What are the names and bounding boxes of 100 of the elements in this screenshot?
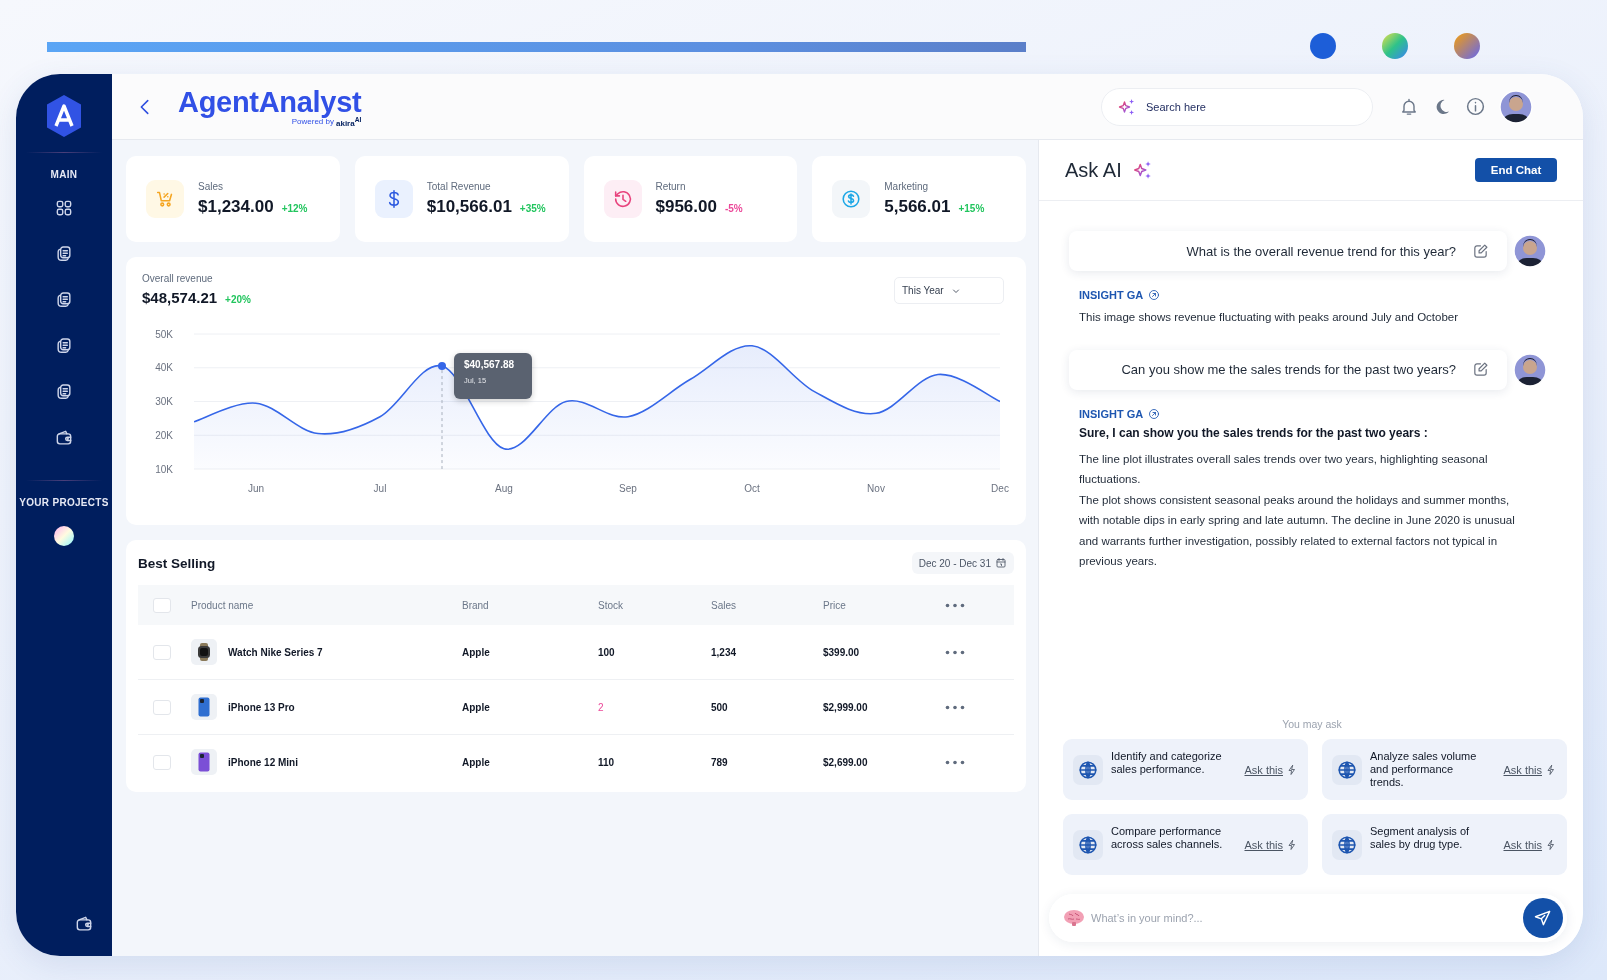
more-button[interactable] [945, 649, 965, 655]
axis-label: Jun [247, 483, 265, 494]
checkbox[interactable] [153, 644, 171, 660]
table-cell: Apple [462, 756, 490, 768]
document-icon [54, 336, 74, 356]
more-button[interactable] [945, 704, 965, 710]
axis-label: 40K [155, 362, 173, 374]
avatar[interactable] [1499, 89, 1533, 124]
stat-value: $1,234.00 [198, 197, 274, 217]
product-name: Watch Nike Series 7 [228, 646, 323, 658]
revenue-change: +20% [225, 294, 251, 305]
notification-button[interactable] [1399, 96, 1419, 117]
wallet-icon [54, 428, 74, 448]
more-icon [945, 704, 965, 710]
more-button[interactable] [945, 759, 965, 765]
tooltip-value: $40,567.88 [464, 359, 516, 371]
more-icon [945, 602, 965, 608]
table-cell: $2,699.00 [823, 756, 868, 768]
suggestion-text: Analyze sales volume and performance trends. [1370, 750, 1478, 789]
chart-label: Overall revenue [142, 273, 214, 284]
lightning-icon [1286, 838, 1298, 851]
more-icon [945, 759, 965, 765]
section-title: YOUR PROJECTS [19, 497, 109, 508]
suggestions-label: You may ask [1281, 718, 1343, 730]
table-cell: Apple [462, 701, 490, 713]
grid-icon [54, 198, 74, 218]
data-point[interactable] [438, 362, 446, 371]
table-cell: 2 [598, 701, 604, 713]
logo-icon[interactable] [44, 94, 84, 138]
suggestion-card[interactable]: Segment analysis of sales by drug type. Ask this [1322, 814, 1567, 875]
stat-value: 5,566.01 [884, 197, 951, 217]
document-icon [54, 290, 74, 310]
axis-label: 20K [155, 429, 173, 441]
decor-dot [1310, 33, 1336, 59]
powered-by-text: Powered by [291, 117, 334, 126]
more-button[interactable] [945, 602, 965, 608]
axis-label: Nov [867, 483, 885, 494]
table-cell: 100 [598, 646, 615, 658]
ask-this-link[interactable]: Ask this [1244, 763, 1298, 776]
ask-this-link[interactable]: Ask this [1503, 763, 1557, 776]
column-header: Price [823, 599, 846, 611]
axis-label: Dec [991, 483, 1009, 494]
suggestion-card[interactable]: Analyze sales volume and performance trends. Ask this [1322, 739, 1567, 800]
arrow-circle-icon [1148, 407, 1161, 420]
revenue-value: $48,574.21 [142, 289, 218, 306]
wallet-icon [74, 914, 94, 934]
project-orb-icon [54, 526, 74, 546]
decor-dot [1454, 33, 1480, 59]
stat-label: Sales [198, 181, 224, 192]
table-cell: 789 [711, 756, 728, 768]
stat-label: Return [655, 181, 687, 192]
axis-label: 30K [155, 396, 173, 407]
column-header: Product name [191, 599, 254, 611]
stat-label: Marketing [884, 181, 930, 192]
suggestion-card[interactable]: Compare performance across sales channels. Ask this [1063, 814, 1308, 875]
table-cell: $399.00 [823, 646, 860, 658]
info-button[interactable] [1465, 96, 1486, 117]
document-icon [54, 244, 74, 264]
axis-label: Jul [373, 483, 387, 494]
chat-input[interactable]: What’s in your mind?... [1049, 894, 1567, 942]
table-cell: $2,999.00 [823, 701, 868, 713]
arrow-circle-icon [1148, 289, 1161, 301]
section-title: MAIN [50, 169, 78, 180]
message-text: What is the overall revenue trend for this year? [1186, 243, 1456, 259]
suggestion-text: Compare performance across sales channels. [1111, 825, 1224, 851]
column-header: Stock [598, 599, 623, 611]
decor-dot [1382, 33, 1408, 59]
period-dropdown[interactable]: This Year [894, 277, 1004, 304]
axis-label: Aug [495, 483, 513, 494]
message-text: Can you show me the sales trends for the past two years? [1121, 362, 1456, 377]
suggestion-card[interactable]: Identify and categorize sales performance. Ask this [1063, 739, 1308, 800]
brand-name: akira$^{AI}$ [336, 115, 362, 128]
answer-text: The line plot illustrates overall sales trends over two years, highlighting seasonal fluctuations. [1079, 451, 1489, 487]
ask-this-link[interactable]: Ask this [1503, 838, 1557, 851]
section-title: Best Selling [138, 555, 216, 571]
answer-text: The plot shows consistent seasonal peaks around the holidays and summer months, with notable dips in early spring and late autumn. The decline in June 2020 is unusual and warrants further investigation, possibly related to external factors not typical in previous years. [1079, 492, 1516, 569]
stat-value: $10,566.01 [426, 197, 512, 217]
axis-label: Oct [744, 483, 760, 494]
stat-value: $956.00 [655, 197, 717, 217]
lightning-icon [1286, 763, 1298, 776]
stat-change: +12% [281, 203, 308, 214]
date-range-button[interactable]: Dec 20 - Dec 31 [911, 552, 1014, 574]
send-icon [1533, 908, 1553, 928]
answer-text: This image shows revenue fluctuating with peaks around July and October [1079, 310, 1460, 325]
answer-heading: Sure, I can show you the sales trends for the past two years : [1079, 425, 1429, 440]
column-header: Brand [462, 599, 489, 611]
assistant-label: INSIGHT GA [1079, 407, 1144, 420]
table-cell: 500 [711, 701, 728, 713]
calendar-icon [995, 557, 1007, 569]
checkbox[interactable] [153, 699, 171, 715]
end-chat-button[interactable]: End Chat [1475, 158, 1557, 182]
checkbox[interactable] [153, 754, 171, 770]
stat-label: Total Revenue [426, 181, 492, 192]
checkbox[interactable] [153, 597, 171, 613]
stat-change: -5% [724, 203, 743, 214]
lightning-icon [1545, 838, 1557, 851]
search-field[interactable]: Search here [1101, 87, 1373, 126]
ask-this-link[interactable]: Ask this [1244, 838, 1298, 851]
stat-change: +35% [519, 203, 546, 214]
info-icon [1465, 96, 1486, 117]
